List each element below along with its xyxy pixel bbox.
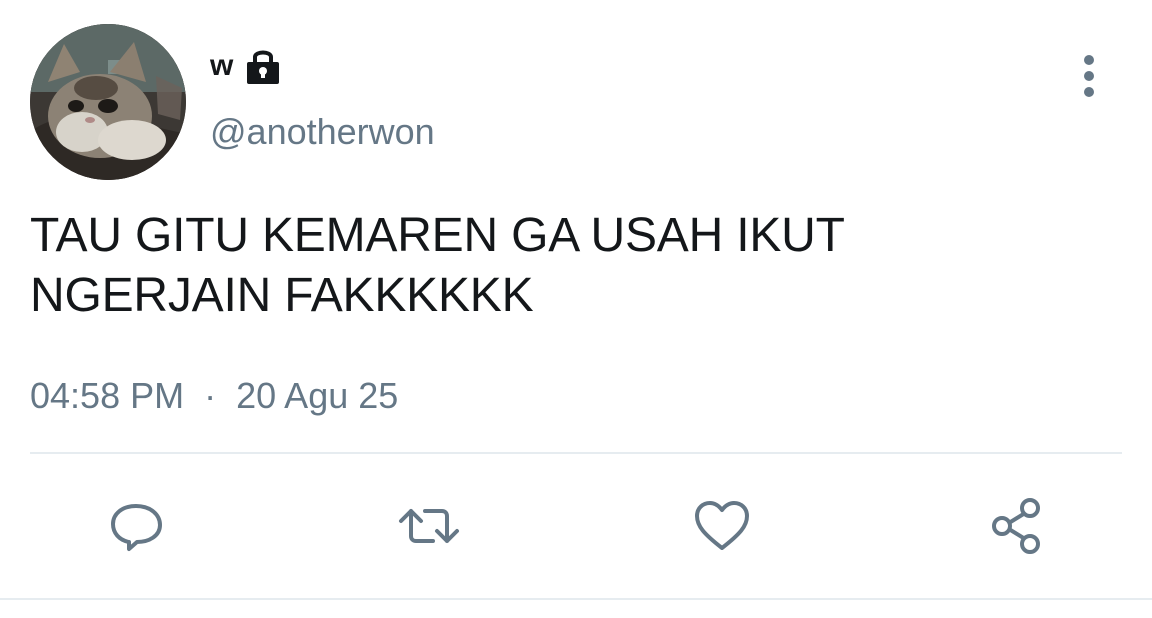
more-options-button[interactable] — [1054, 48, 1124, 108]
retweet-icon — [397, 496, 461, 561]
lock-icon — [241, 44, 285, 88]
tweet-meta: 04:58 PM · 20 Agu 25 — [30, 372, 398, 420]
reply-icon — [106, 496, 166, 561]
share-button[interactable] — [981, 492, 1053, 564]
tweet-actions — [0, 492, 1152, 564]
avatar[interactable] — [30, 24, 186, 180]
author-handle[interactable]: @anotherwon — [210, 108, 435, 156]
tweet-text: TAU GITU KEMAREN GA USAH IKUT NGERJAIN F… — [30, 209, 845, 322]
more-vertical-icon — [1079, 54, 1099, 103]
cat-avatar-image — [30, 24, 186, 180]
author-name-row: w — [210, 44, 285, 88]
bottom-divider — [0, 598, 1152, 600]
share-icon — [985, 494, 1049, 563]
tweet-time: 04:58 PM — [30, 375, 185, 416]
meta-separator: · — [204, 375, 217, 416]
tweet-date: 20 Agu 25 — [236, 375, 399, 416]
like-button[interactable] — [686, 492, 758, 564]
display-name[interactable]: w — [210, 44, 233, 88]
like-icon — [692, 496, 752, 561]
divider — [30, 452, 1122, 454]
reply-button[interactable] — [100, 492, 172, 564]
retweet-button[interactable] — [393, 492, 465, 564]
